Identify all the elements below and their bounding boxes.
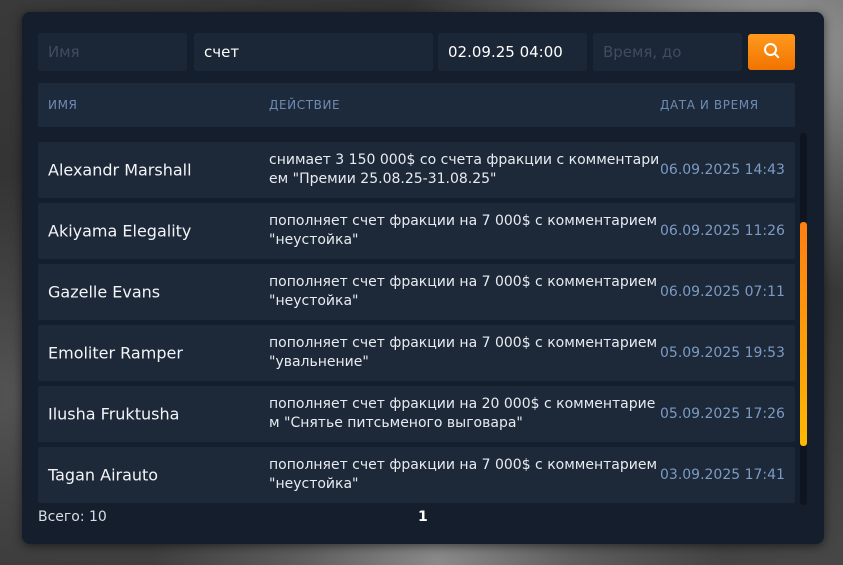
- table-row[interactable]: Ilusha Fruktusha пополняет счет фракции н…: [38, 386, 795, 442]
- column-header-action: ДЕЙСТВИЕ: [269, 98, 341, 112]
- table-row[interactable]: Gazelle Evans пополняет счет фракции на 7…: [38, 264, 795, 320]
- table-row[interactable]: Alexandr Marshall снимает 3 150 000$ со с…: [38, 142, 795, 198]
- search-icon: [763, 42, 780, 63]
- row-date: 05.09.2025 17:26: [660, 406, 785, 422]
- row-name: Gazelle Evans: [48, 282, 161, 302]
- table-row[interactable]: Emoliter Ramper пополняет счет фракции на…: [38, 325, 795, 381]
- table-row[interactable]: Akiyama Elegality пополняет счет фракции …: [38, 203, 795, 259]
- row-name: Tagan Airauto: [48, 465, 159, 485]
- name-filter-input[interactable]: [38, 33, 187, 71]
- row-action: пополняет счет фракции на 7 000$ с комме…: [269, 213, 658, 248]
- scrollbar-thumb[interactable]: [800, 222, 807, 446]
- row-date: 06.09.2025 11:26: [660, 223, 785, 239]
- table-body[interactable]: Alexandr Marshall снимает 3 150 000$ со с…: [38, 133, 795, 505]
- row-date: 06.09.2025 14:43: [660, 162, 785, 178]
- row-action: пополняет счет фракции на 7 000$ с комме…: [269, 335, 658, 370]
- row-action: пополняет счет фракции на 20 000$ с комм…: [269, 396, 656, 431]
- log-panel: ИМЯ ДЕЙСТВИЕ ДАТА И ВРЕМЯ Alexandr Marsh…: [22, 12, 824, 544]
- date-from-input[interactable]: [438, 33, 587, 71]
- row-date: 06.09.2025 07:11: [660, 284, 785, 300]
- scrollbar-track[interactable]: [800, 133, 807, 505]
- row-action: пополняет счет фракции на 7 000$ с комме…: [269, 457, 658, 492]
- date-to-input[interactable]: [593, 33, 742, 71]
- table-header: ИМЯ ДЕЙСТВИЕ ДАТА И ВРЕМЯ: [38, 83, 795, 127]
- row-action: пополняет счет фракции на 7 000$ с комме…: [269, 274, 658, 309]
- column-header-name: ИМЯ: [48, 98, 78, 112]
- total-count: Всего: 10: [38, 509, 107, 525]
- column-header-date: ДАТА И ВРЕМЯ: [660, 98, 759, 112]
- row-name: Alexandr Marshall: [48, 160, 192, 180]
- row-action: снимает 3 150 000$ со счета фракции с ко…: [269, 152, 660, 187]
- search-button[interactable]: [748, 34, 795, 70]
- row-date: 03.09.2025 17:41: [660, 467, 785, 483]
- page-number-button[interactable]: 1: [418, 509, 428, 525]
- row-name: Ilusha Fruktusha: [48, 404, 180, 424]
- row-name: Akiyama Elegality: [48, 221, 192, 241]
- row-name: Emoliter Ramper: [48, 343, 183, 363]
- table-row[interactable]: Tagan Airauto пополняет счет фракции на 7…: [38, 447, 795, 503]
- action-filter-input[interactable]: [194, 33, 433, 71]
- row-date: 05.09.2025 19:53: [660, 345, 785, 361]
